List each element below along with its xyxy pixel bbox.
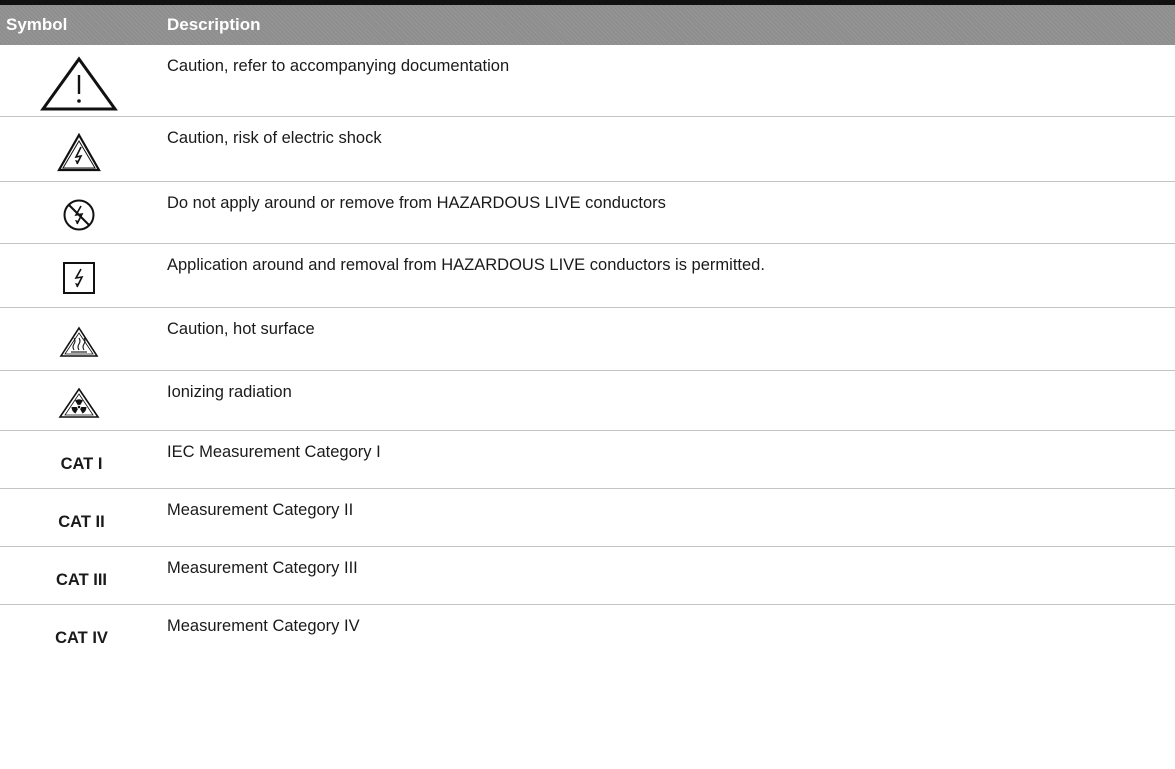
table-row: Caution, risk of electric shock	[0, 117, 1175, 182]
symbol-cell	[0, 45, 167, 116]
description-cell: IEC Measurement Category I	[167, 443, 381, 461]
description-cell: Ionizing radiation	[167, 383, 292, 401]
table-row: Ionizing radiation	[0, 371, 1175, 431]
description-cell: Caution, refer to accompanying documenta…	[167, 57, 510, 75]
symbol-cell: CAT II	[0, 489, 167, 546]
description-cell: Do not apply around or remove from HAZAR…	[167, 194, 666, 212]
symbol-cell	[0, 308, 167, 370]
symbol-cell: CAT IV	[0, 605, 167, 665]
symbol-cell	[0, 182, 167, 243]
cat-ii-label: CAT II	[58, 513, 105, 531]
table-row: Caution, refer to accompanying documenta…	[0, 45, 1175, 117]
table-header: Symbol Description	[0, 5, 1175, 45]
caution-warning-triangle-icon	[39, 56, 118, 111]
table-row: Caution, hot surface	[0, 308, 1175, 371]
description-cell: Measurement Category III	[167, 559, 358, 577]
hot-surface-triangle-icon	[59, 326, 98, 357]
symbol-cell	[0, 244, 167, 307]
header-symbol: Symbol	[6, 15, 68, 34]
description-cell: Caution, risk of electric shock	[167, 129, 382, 147]
description-cell: Measurement Category II	[167, 501, 354, 519]
cat-iii-label: CAT III	[55, 571, 108, 589]
description-cell: Measurement Category IV	[167, 617, 360, 635]
description-cell: Caution, hot surface	[167, 320, 315, 338]
electric-shock-triangle-icon	[56, 133, 101, 172]
symbol-cell	[0, 117, 167, 181]
table-row: CAT II Measurement Category II	[0, 489, 1175, 547]
cat-iv-label: CAT IV	[55, 629, 108, 647]
table-row: Application around and removal from HAZA…	[0, 244, 1175, 308]
no-live-conductor-icon	[63, 199, 94, 231]
table-row: CAT III Measurement Category III	[0, 547, 1175, 605]
cat-i-label: CAT I	[60, 455, 103, 473]
symbol-cell: CAT I	[0, 431, 167, 488]
header-description: Description	[167, 15, 261, 34]
symbol-cell: CAT III	[0, 547, 167, 604]
symbol-cell	[0, 371, 167, 430]
table-row: CAT IV Measurement Category IV	[0, 605, 1175, 665]
ionizing-radiation-triangle-icon	[57, 387, 100, 418]
table-row: CAT I IEC Measurement Category I	[0, 431, 1175, 489]
table-row: Do not apply around or remove from HAZAR…	[0, 182, 1175, 244]
description-cell: Application around and removal from HAZA…	[167, 256, 765, 274]
symbols-table: Symbol Description Caution, refer to acc…	[0, 0, 1175, 665]
live-conductor-permitted-icon	[62, 262, 95, 294]
